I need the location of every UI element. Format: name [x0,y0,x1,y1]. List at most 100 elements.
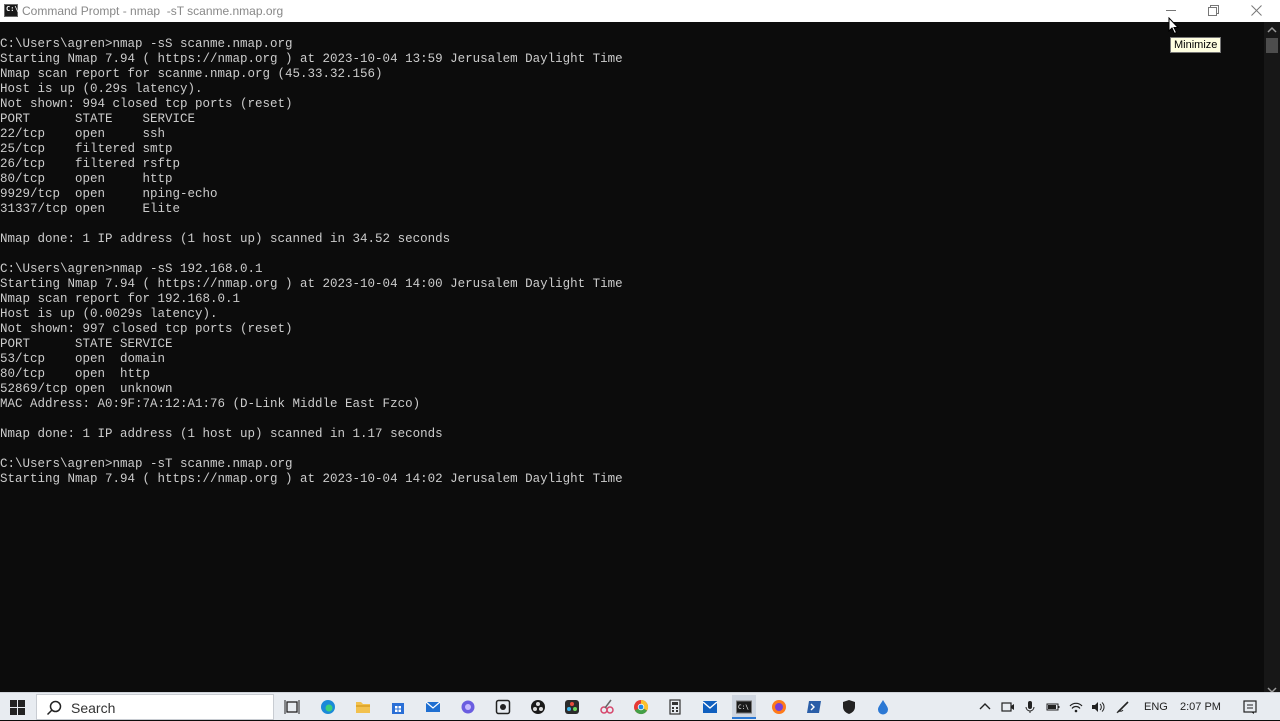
console-line: PORT STATE SERVICE [0,112,196,126]
console-line: 22/tcp open ssh [0,127,166,141]
svg-text:C:\: C:\ [738,704,749,711]
tray-meet-now[interactable] [999,697,1017,717]
video-camera-icon [1001,702,1014,712]
taskbar-chrome[interactable] [629,695,653,719]
chevron-up-icon [1267,26,1277,33]
console-line: C:\Users\agren>nmap -sS scanme.nmap.org [0,37,293,51]
console-line: Not shown: 997 closed tcp ports (reset) [0,322,293,336]
action-center-button[interactable] [1238,695,1262,719]
taskbar-search-box[interactable]: Search [36,694,274,720]
taskbar-security[interactable] [837,695,861,719]
obs-icon [531,700,545,714]
restore-icon [1208,5,1219,16]
console-line: 26/tcp filtered rsftp [0,157,181,171]
tray-volume[interactable] [1089,697,1107,717]
mail-app-icon [702,701,718,713]
console-line: Nmap scan report for 192.168.0.1 [0,292,241,306]
tray-battery[interactable] [1044,697,1062,717]
mail-icon [425,701,441,712]
pen-icon [1116,701,1129,714]
console-output[interactable]: C:\Users\agren>nmap -sS scanme.nmap.org … [0,22,1264,698]
console-line: 53/tcp open domain [0,352,166,366]
terminal-icon: C:\ [736,700,752,714]
speaker-icon [1092,702,1105,712]
console-line: 25/tcp filtered smtp [0,142,173,156]
title-bar[interactable]: C:\ Command Prompt - nmap -sT scanme.nma… [0,0,1280,22]
command-prompt-app-icon[interactable]: C:\ [4,4,19,17]
taskbar-mail[interactable] [421,695,445,719]
console-line: C:\Users\agren>nmap -sT scanme.nmap.org [0,457,293,471]
battery-icon [1046,703,1060,711]
restore-button[interactable] [1190,0,1236,22]
taskbar-store[interactable] [386,695,410,719]
task-view-button[interactable] [280,695,304,719]
microphone-icon [1025,701,1035,713]
firefox-browser-icon [772,700,786,714]
console-line: Host is up (0.29s latency). [0,82,203,96]
console-text: C:\Users\agren>nmap -sS scanme.nmap.org … [0,37,623,487]
tray-microphone[interactable] [1021,697,1039,717]
task-view-icon [284,700,300,714]
scroll-thumb[interactable] [1266,38,1278,53]
console-line: 52869/tcp open unknown [0,382,173,396]
console-line: Host is up (0.0029s latency). [0,307,218,321]
edge-browser-icon [321,700,335,714]
snipping-tool-icon [600,699,614,714]
calculator-icon [669,699,681,715]
scroll-up-button[interactable] [1264,22,1280,38]
notification-icon [1243,700,1257,714]
taskbar-calculator[interactable] [663,695,687,719]
powershell-icon [807,701,821,713]
app-icon-label: C:\ [6,5,19,13]
taskbar-snip[interactable] [595,695,619,719]
console-line: C:\Users\agren>nmap -sS 192.168.0.1 [0,262,263,276]
input-language[interactable]: ENG [1144,700,1168,714]
minimize-tooltip: Minimize [1170,37,1222,53]
shield-icon [843,700,855,714]
system-clock[interactable]: 2:07 PM [1180,700,1221,714]
console-line: Starting Nmap 7.94 ( https://nmap.org ) … [0,277,623,291]
console-line: PORT STATE SERVICE [0,337,173,351]
console-line: 80/tcp open http [0,367,151,381]
taskbar-edge[interactable] [316,695,340,719]
windows-logo-icon [10,700,25,715]
console-line: MAC Address: A0:9F:7A:12:A1:76 (D-Link M… [0,397,421,411]
tray-pen[interactable] [1114,697,1132,717]
wifi-icon [1069,702,1083,713]
start-button[interactable] [0,693,34,721]
taskbar-davinci[interactable] [560,695,584,719]
console-line: Not shown: 994 closed tcp ports (reset) [0,97,293,111]
console-line: Nmap done: 1 IP address (1 host up) scan… [0,427,443,441]
video-editor-icon [565,700,579,714]
taskbar-outlook[interactable] [698,695,722,719]
vertical-scrollbar[interactable] [1264,22,1280,698]
taskbar-obs[interactable] [526,695,550,719]
tray-wifi[interactable] [1067,697,1085,717]
folder-icon [356,702,370,713]
taskbar-firefox[interactable] [767,695,791,719]
taskbar-app-square[interactable] [491,695,515,719]
store-icon [392,703,404,714]
close-button[interactable] [1233,0,1279,22]
water-drop-icon [878,700,888,715]
window-title: Command Prompt - nmap -sT scanme.nmap.or… [22,4,284,18]
chevron-up-icon [979,703,991,710]
chrome-browser-icon [634,699,649,715]
console-line: 9929/tcp open nping-echo [0,187,218,201]
console-line: Starting Nmap 7.94 ( https://nmap.org ) … [0,472,623,486]
taskbar-command-prompt[interactable]: C:\ [732,695,756,719]
taskbar-app-drop[interactable] [871,695,895,719]
tray-show-hidden[interactable] [976,697,994,717]
taskbar-app-purple[interactable] [456,695,480,719]
close-icon [1251,5,1262,16]
taskbar: Search C:\ ENG 2:07 PM [0,692,1280,720]
search-icon [46,700,62,716]
console-line: 31337/tcp open Elite [0,202,181,216]
console-line: Starting Nmap 7.94 ( https://nmap.org ) … [0,52,623,66]
console-line: Nmap scan report for scanme.nmap.org (45… [0,67,383,81]
taskbar-powershell[interactable] [802,695,826,719]
search-label: Search [71,700,116,716]
mouse-cursor-icon [1168,17,1180,35]
taskbar-file-explorer[interactable] [351,695,375,719]
app-icon [461,700,475,714]
